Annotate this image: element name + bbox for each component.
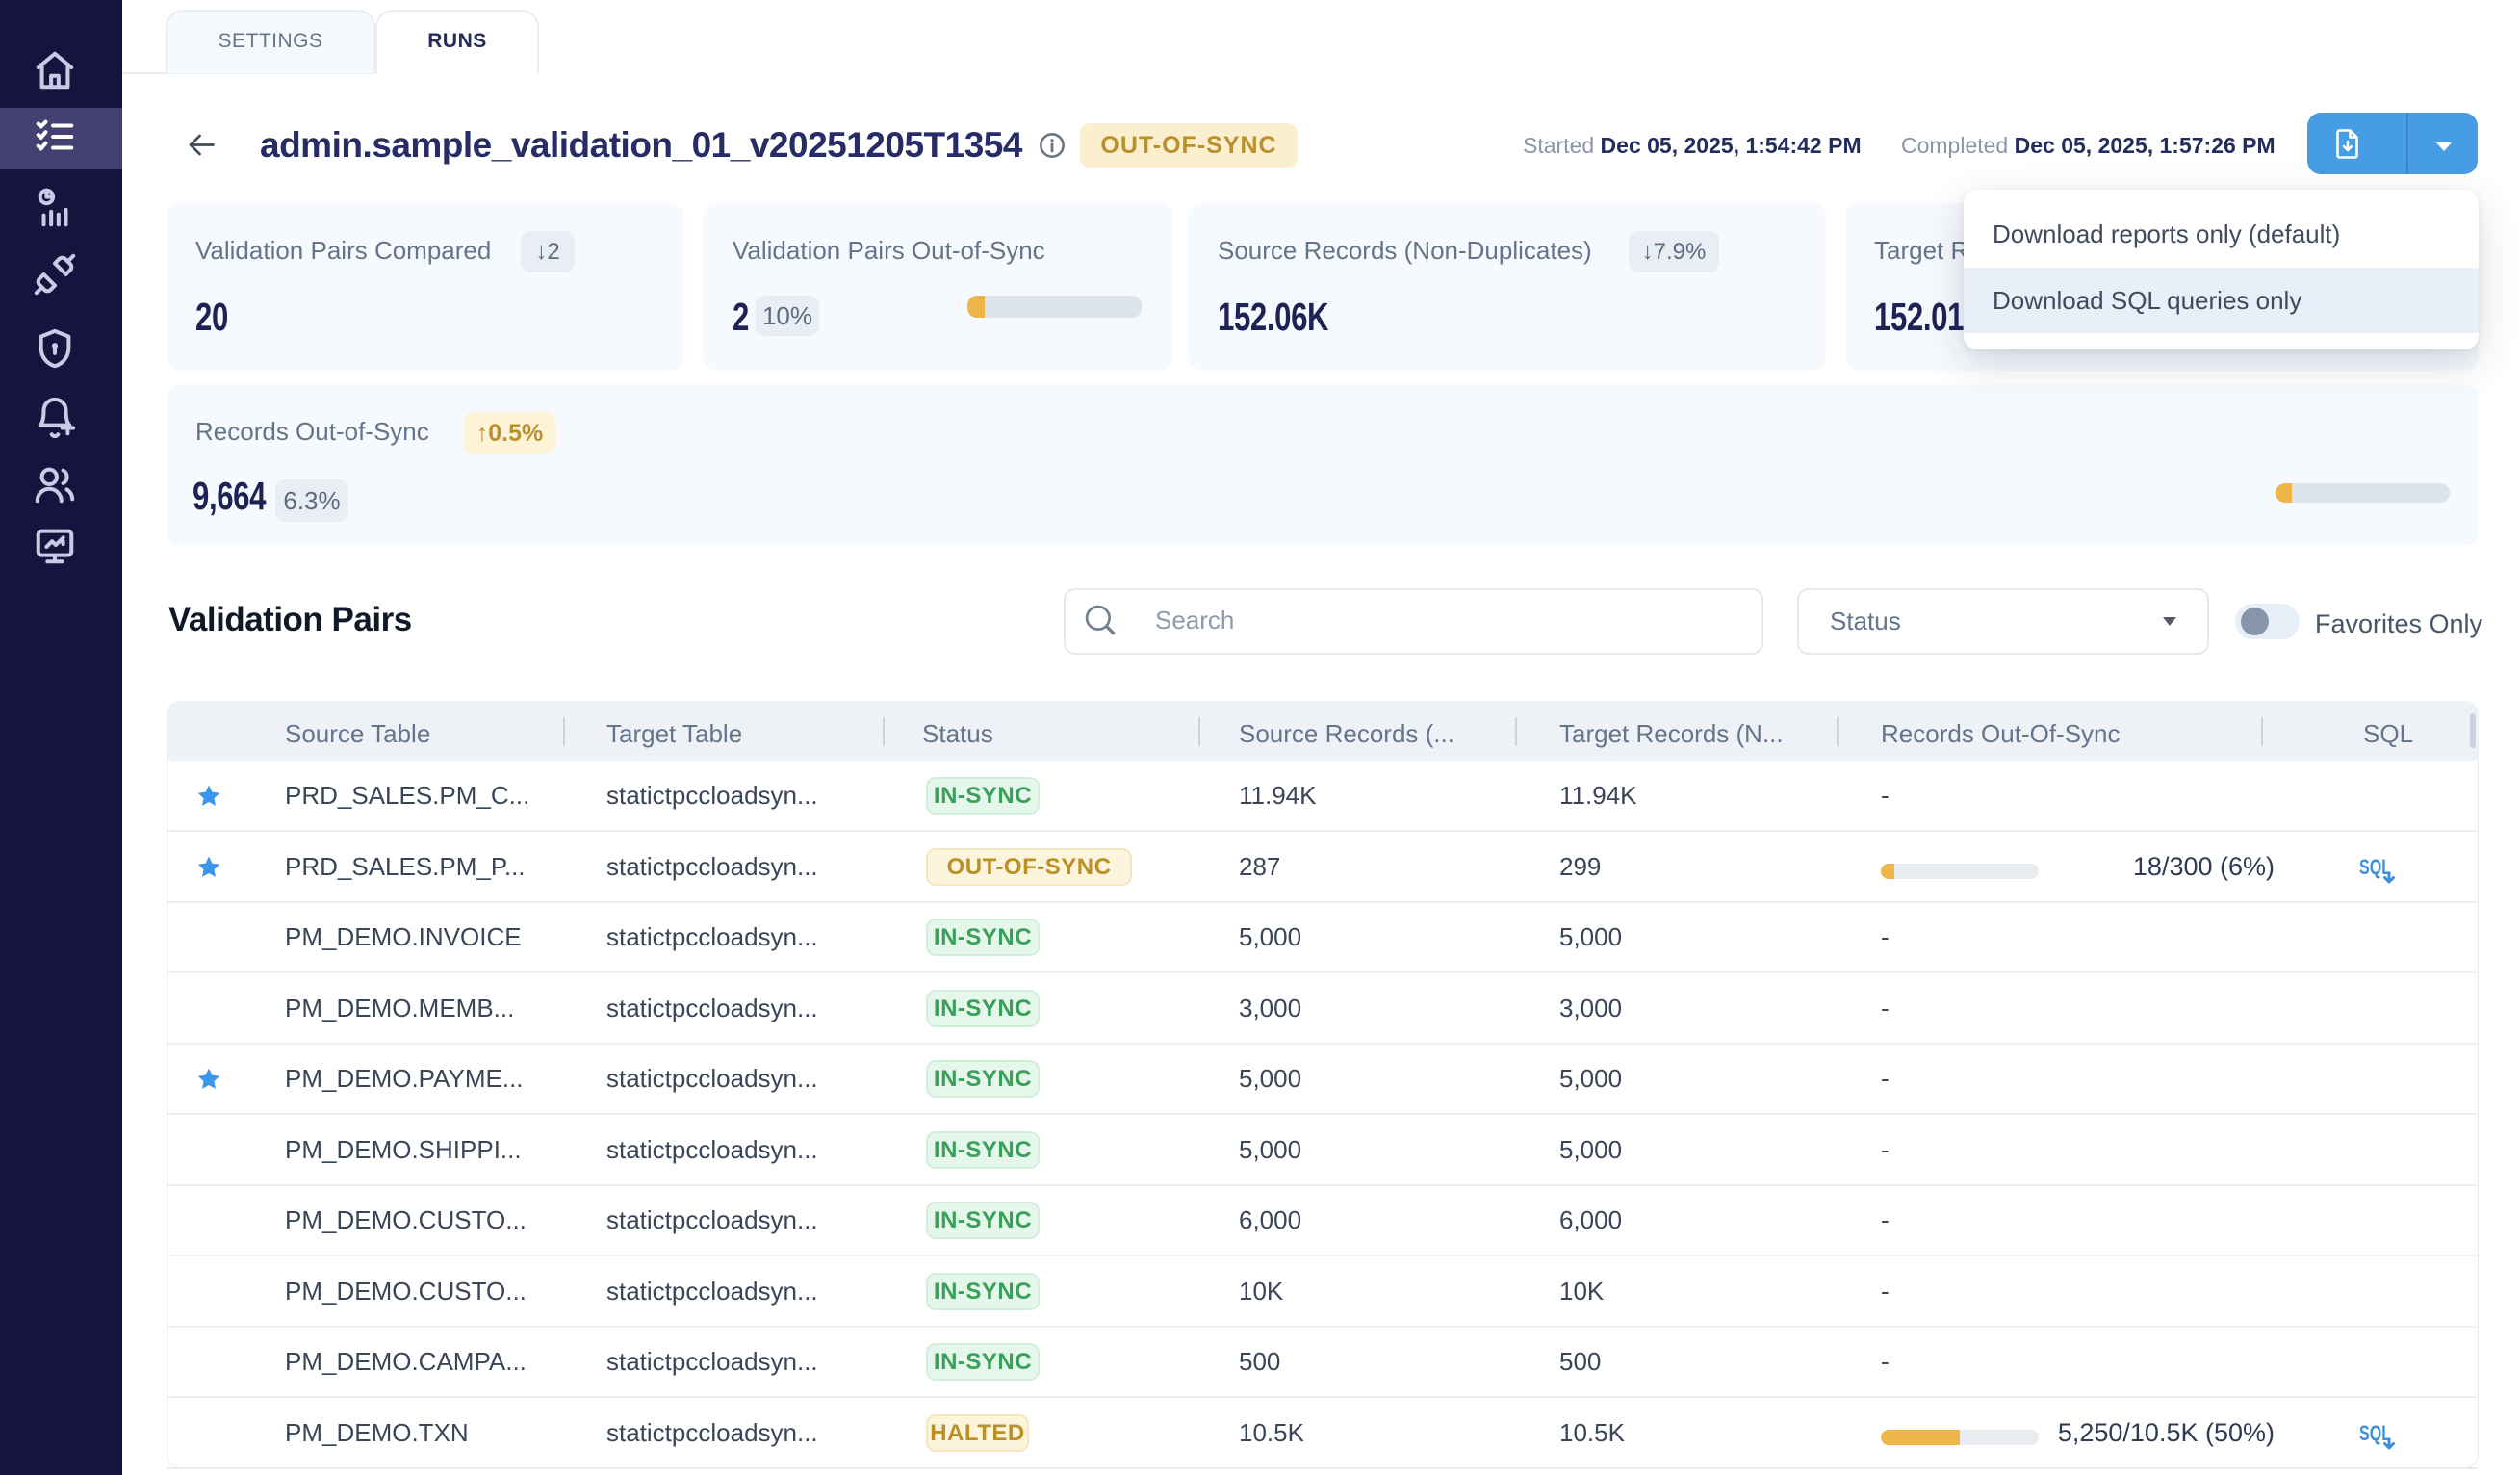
svg-text:SQL: SQL bbox=[2359, 855, 2391, 879]
svg-text:SQL: SQL bbox=[2359, 1421, 2391, 1445]
